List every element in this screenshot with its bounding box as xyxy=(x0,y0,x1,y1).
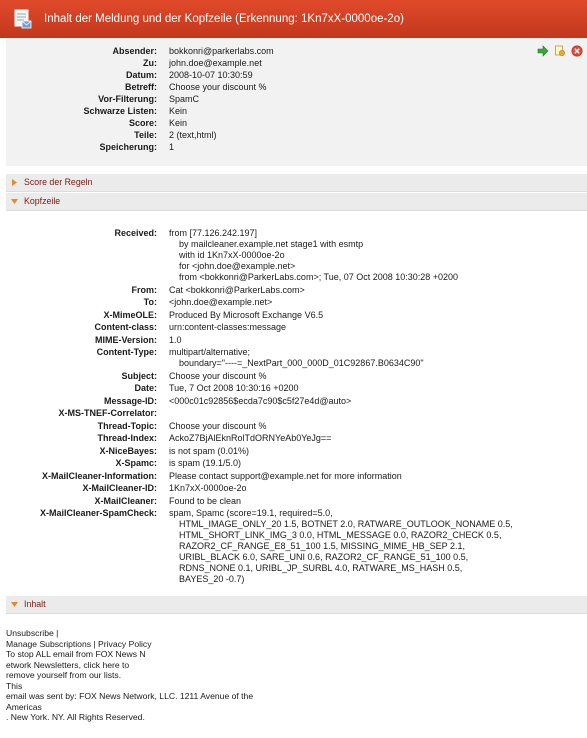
page-title: Inhalt der Meldung und der Kopfzeile (Er… xyxy=(44,13,404,25)
header-key: MIME-Version: xyxy=(94,334,157,345)
message-summary: Absender: bokkonri@parkerlabs.com Zu: john.… xyxy=(6,38,587,166)
section-content-label: Inhalt xyxy=(24,599,46,609)
section-score-rules[interactable]: Score der Regeln xyxy=(6,174,587,192)
header-value: Found to be clean xyxy=(169,495,242,506)
header-key: X-MS-TNEF-Correlator: xyxy=(58,408,158,418)
section-headers[interactable]: Kopfzeile xyxy=(6,193,587,211)
body-line: . New York. NY. All Rights Reserved. xyxy=(6,712,145,722)
header-value: 1Kn7xX-0000oe-2o xyxy=(169,483,247,493)
header-value: Choose your discount % xyxy=(169,420,267,431)
header-value: is not spam (0.01%) xyxy=(169,445,250,456)
body-line: etwork Newsletters, click here to xyxy=(6,659,130,670)
collapse-triangle-icon xyxy=(11,602,18,607)
header-key: Thread-Index: xyxy=(97,433,157,443)
header-key: X-MailCleaner-Information: xyxy=(41,470,157,481)
summary-key: Score: xyxy=(128,118,157,128)
summary-row: Betreff: Choose your discount % xyxy=(6,81,587,93)
summary-value: SpamC xyxy=(169,94,200,104)
summary-value: 2008-10-07 10:30:59 xyxy=(169,70,253,80)
header-value: Cat <bokkonri@ParkerLabs.com> xyxy=(169,284,305,295)
summary-key: Betreff: xyxy=(124,82,157,92)
summary-row: Schwarze Listen: Kein xyxy=(6,105,587,117)
header-key: From: xyxy=(131,284,158,295)
header-value: from [77.126.242.197] by mailcleaner.exa… xyxy=(169,228,459,282)
summary-key: Speicherung: xyxy=(99,142,157,152)
section-headers-label: Kopfzeile xyxy=(24,196,61,206)
header-value: <john.doe@example.net> xyxy=(169,297,273,307)
summary-row: Vor-Filterung: SpamC xyxy=(6,93,587,105)
header-value: <000c01c92856$ecda7c90$c5f27e4d@auto> xyxy=(169,395,352,406)
header-key: X-MailCleaner-SpamCheck: xyxy=(39,508,157,518)
summary-row: Zu: john.doe@example.net xyxy=(6,57,587,69)
header-key: Content-class: xyxy=(94,322,157,332)
header-key: Received: xyxy=(114,228,157,238)
summary-key: Vor-Filterung: xyxy=(98,94,157,104)
summary-value: Kein xyxy=(169,106,188,116)
expand-triangle-icon xyxy=(12,179,17,186)
body-line: remove yourself from our lists. xyxy=(6,670,122,680)
summary-value: bokkonri@parkerlabs.com xyxy=(169,46,274,56)
header-key: Subject: xyxy=(121,370,157,381)
header-key: X-MailCleaner: xyxy=(94,495,157,506)
section-content[interactable]: Inhalt xyxy=(6,596,587,614)
body-line: Manage Subscriptions | Privacy Policy xyxy=(6,638,152,649)
headers-table: Received: from [77.126.242.197] by mailcl… xyxy=(6,214,587,590)
summary-key: Absender: xyxy=(112,46,157,56)
header-key: X-MailCleaner-ID: xyxy=(82,483,157,493)
header-key: Content-Type: xyxy=(96,347,157,357)
header-value: Produced By Microsoft Exchange V6.5 xyxy=(169,309,324,320)
summary-value: Choose your discount % xyxy=(169,82,267,92)
summary-row: Datum: 2008-10-07 10:30:59 xyxy=(6,69,587,81)
message-icon xyxy=(14,9,32,29)
header-value: is spam (19.1/5.0) xyxy=(169,458,242,468)
summary-key: Datum: xyxy=(126,70,157,80)
header-value: 1.0 xyxy=(169,334,182,345)
header-value: spam, Spamc (score=19.1, required=5.0, H… xyxy=(169,508,513,584)
summary-value: john.doe@example.net xyxy=(169,58,262,68)
header-value: Please contact support@example.net for m… xyxy=(169,470,402,481)
header-key: Message-ID: xyxy=(103,395,157,406)
body-line: email was sent by: FOX News Network, LLC… xyxy=(6,691,254,701)
body-line: Unsubscribe | xyxy=(6,628,59,638)
summary-value: 1 xyxy=(169,142,175,152)
summary-row: Absender: bokkonri@parkerlabs.com xyxy=(6,45,587,57)
summary-value: 2 (text,html) xyxy=(169,130,217,140)
body-line: Americas xyxy=(6,701,42,712)
header-key: Thread-Topic: xyxy=(97,420,157,431)
section-score-rules-label: Score der Regeln xyxy=(24,177,93,187)
summary-key: Teile: xyxy=(134,130,157,140)
header-key: X-MimeOLE: xyxy=(103,309,157,320)
header-value: Choose your discount % xyxy=(169,370,267,381)
header-key: X-Spamc: xyxy=(115,458,157,468)
summary-row: Speicherung: 1 xyxy=(6,141,587,153)
summary-key: Zu: xyxy=(143,58,157,68)
summary-value: Kein xyxy=(169,118,188,128)
body-line: This xyxy=(6,680,23,691)
header-key: Date: xyxy=(134,383,157,393)
header-value: multipart/alternative; boundary="----=_N… xyxy=(169,347,424,368)
header-value: urn:content-classes:message xyxy=(169,322,287,332)
header-key: To: xyxy=(143,297,157,307)
summary-row: Score: Kein xyxy=(6,117,587,129)
header-value: Tue, 7 Oct 2008 10:30:16 +0200 xyxy=(169,383,299,393)
title-bar: Inhalt der Meldung und der Kopfzeile (Er… xyxy=(0,0,587,38)
message-body: Unsubscribe | Manage Subscriptions | Priv… xyxy=(6,628,581,723)
body-line: To stop ALL email from FOX News N xyxy=(6,649,146,659)
header-value: AckoZ7BjAlEknRolTdORNYeAb0YeJg== xyxy=(169,433,332,443)
header-key: X-NiceBayes: xyxy=(99,445,157,456)
summary-row: Teile: 2 (text,html) xyxy=(6,129,587,141)
summary-key: Schwarze Listen: xyxy=(83,106,157,116)
collapse-triangle-icon xyxy=(11,199,18,204)
